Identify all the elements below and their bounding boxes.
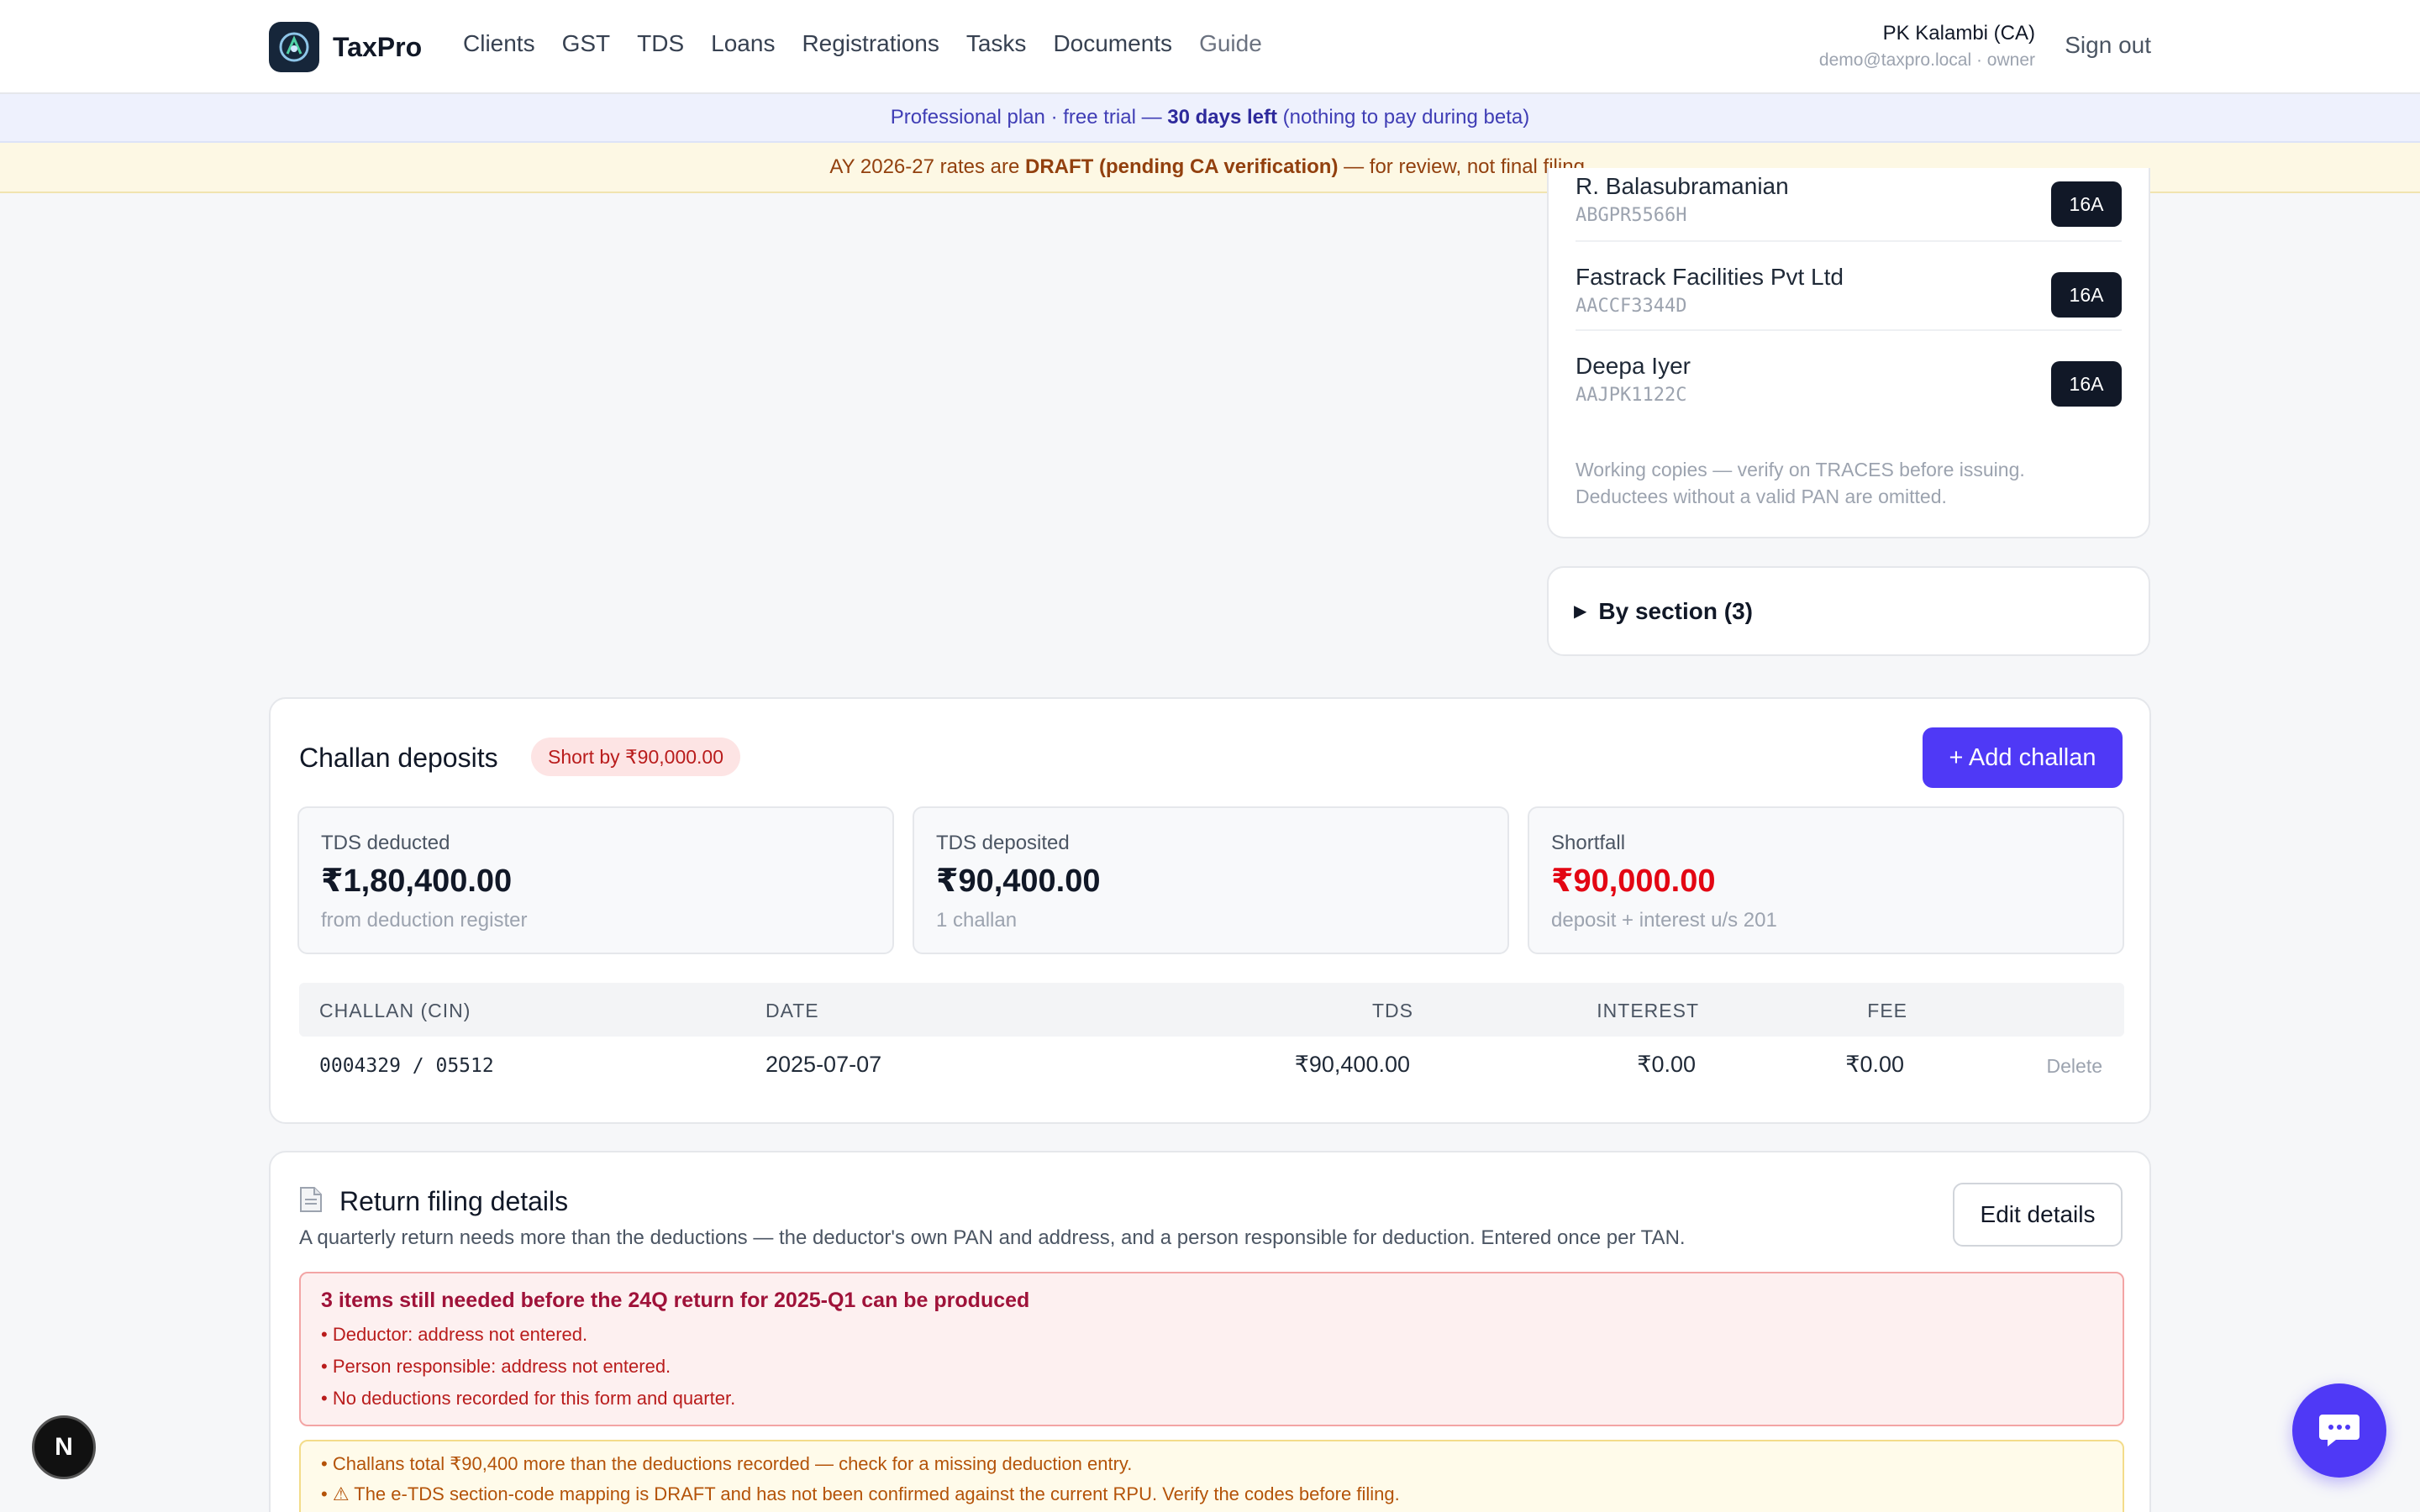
- deductee-pan: AAJPK1122C: [1576, 385, 1687, 406]
- challan-fee: ₹0.00: [1845, 1052, 1904, 1077]
- disclosure-triangle-icon: ▶: [1574, 602, 1587, 621]
- chat-bubble-icon: [2319, 1415, 2360, 1446]
- nav-documents[interactable]: Documents: [1053, 30, 1172, 57]
- challan-cin: 0004329 / 05512: [319, 1055, 494, 1077]
- challan-tds: ₹90,400.00: [1294, 1052, 1410, 1077]
- alert-item: • No deductions recorded for this form a…: [321, 1388, 736, 1409]
- deductee-note-line: Deductees without a valid PAN are omitte…: [1576, 486, 1947, 507]
- nav-registrations[interactable]: Registrations: [802, 30, 939, 57]
- return-filing-description: A quarterly return needs more than the d…: [299, 1226, 1686, 1249]
- col-fee: FEE: [1867, 1000, 1907, 1021]
- plan-text: Professional plan · free trial —: [890, 106, 1162, 129]
- user-email: demo@taxpro.local · owner: [1818, 50, 2035, 70]
- edit-details-button[interactable]: Edit details: [1953, 1183, 2123, 1247]
- stat-sub: 1 challan: [936, 909, 1018, 932]
- form-16a-button[interactable]: 16A: [2051, 361, 2122, 407]
- deductee-row: R. Balasubramanian ABGPR5566H 16A: [1576, 151, 2122, 240]
- form-16a-button[interactable]: 16A: [2051, 272, 2122, 318]
- stat-label: TDS deducted: [321, 832, 450, 854]
- challan-interest: ₹0.00: [1637, 1052, 1696, 1077]
- warning-item: • Challans total ₹90,400 more than the d…: [321, 1453, 1133, 1474]
- brand-name: TaxPro: [333, 31, 423, 62]
- alert-title: 3 items still needed before the 24Q retu…: [321, 1289, 1030, 1312]
- challan-title: Challan deposits: [299, 743, 498, 773]
- taxpro-logo-icon: [269, 22, 319, 72]
- chat-button[interactable]: [2292, 1383, 2386, 1478]
- alert-item: • Person responsible: address not entere…: [321, 1356, 671, 1377]
- stat-value: ₹90,400.00: [936, 864, 1101, 899]
- stat-label: TDS deposited: [936, 832, 1070, 854]
- plan-note: (nothing to pay during beta): [1282, 106, 1530, 129]
- nav-guide[interactable]: Guide: [1199, 30, 1262, 57]
- stat-value: ₹90,000.00: [1551, 864, 1716, 899]
- form-16a-button[interactable]: 16A: [2051, 181, 2122, 227]
- add-challan-button[interactable]: + Add challan: [1923, 727, 2123, 788]
- col-tds: TDS: [1372, 1000, 1413, 1021]
- stat-sub: deposit + interest u/s 201: [1551, 909, 1777, 932]
- challan-table-header: CHALLAN (CIN) DATE TDS INTEREST FEE: [299, 983, 2124, 1037]
- top-navbar: TaxPro Clients GST TDS Loans Registratio…: [0, 0, 2420, 94]
- challan-date: 2025-07-07: [765, 1052, 882, 1077]
- plan-banner: Professional plan · free trial — 30 days…: [0, 94, 2420, 143]
- missing-items-alert: 3 items still needed before the 24Q retu…: [299, 1272, 2124, 1426]
- nextjs-dev-badge[interactable]: N: [32, 1415, 96, 1479]
- col-date: DATE: [765, 1000, 819, 1021]
- delete-challan-button[interactable]: Delete: [2047, 1055, 2102, 1078]
- main-nav: Clients GST TDS Loans Registrations Task…: [463, 30, 1262, 57]
- stat-value: ₹1,80,400.00: [321, 864, 513, 899]
- warning-item: • ⚠ The e-TDS section-code mapping is DR…: [321, 1483, 1400, 1504]
- nav-tds[interactable]: TDS: [637, 30, 684, 57]
- challan-deposits-card: Challan deposits Short by ₹90,000.00 + A…: [269, 697, 2151, 1124]
- warnings-alert: • Challans total ₹90,400 more than the d…: [299, 1440, 2124, 1512]
- deductee-name: Deepa Iyer: [1576, 353, 1691, 379]
- stat-shortfall: Shortfall ₹90,000.00 deposit + interest …: [1528, 806, 2124, 954]
- deductee-note: Working copies — verify on TRACES before…: [1576, 456, 2025, 510]
- by-section-label: By section (3): [1598, 597, 1753, 624]
- return-filing-title: Return filing details: [339, 1186, 569, 1216]
- draft-prefix: AY 2026-27 rates are: [829, 155, 1020, 178]
- deductee-row: Deepa Iyer AAJPK1122C 16A: [1576, 329, 2122, 418]
- by-section-toggle[interactable]: ▶ By section (3): [1547, 566, 2150, 656]
- stat-tds-deposited: TDS deposited ₹90,400.00 1 challan: [913, 806, 1509, 954]
- shortfall-badge: Short by ₹90,000.00: [531, 738, 740, 776]
- plan-days-left: 30 days left: [1167, 106, 1277, 129]
- deductee-certificates-panel: R. Balasubramanian ABGPR5566H 16A Fastra…: [1547, 168, 2150, 538]
- deductee-name: Fastrack Facilities Pvt Ltd: [1576, 264, 1844, 290]
- col-challan: CHALLAN (CIN): [319, 1000, 471, 1021]
- nav-tasks[interactable]: Tasks: [966, 30, 1027, 57]
- stat-sub: from deduction register: [321, 909, 528, 932]
- user-info: PK Kalambi (CA) demo@taxpro.local · owne…: [1819, 22, 2035, 71]
- stat-tds-deducted: TDS deducted ₹1,80,400.00 from deduction…: [297, 806, 894, 954]
- col-interest: INTEREST: [1597, 1000, 1699, 1021]
- stat-label: Shortfall: [1551, 832, 1626, 854]
- document-icon: [300, 1187, 322, 1212]
- deductee-note-line: Working copies — verify on TRACES before…: [1576, 459, 2025, 480]
- brand[interactable]: TaxPro: [269, 22, 422, 72]
- user-name: PK Kalambi (CA): [1882, 22, 2035, 45]
- draft-status: DRAFT (pending CA verification): [1025, 155, 1339, 178]
- nav-gst[interactable]: GST: [562, 30, 611, 57]
- deductee-pan: ABGPR5566H: [1576, 205, 1687, 226]
- sign-out-link[interactable]: Sign out: [2065, 32, 2151, 59]
- nav-clients[interactable]: Clients: [463, 30, 535, 57]
- return-filing-card: Return filing details A quarterly return…: [269, 1151, 2151, 1512]
- nav-loans[interactable]: Loans: [711, 30, 775, 57]
- alert-item: • Deductor: address not entered.: [321, 1324, 588, 1345]
- deductee-row: Fastrack Facilities Pvt Ltd AACCF3344D 1…: [1576, 240, 2122, 329]
- deductee-pan: AACCF3344D: [1576, 296, 1687, 317]
- deductee-name: R. Balasubramanian: [1576, 173, 1789, 199]
